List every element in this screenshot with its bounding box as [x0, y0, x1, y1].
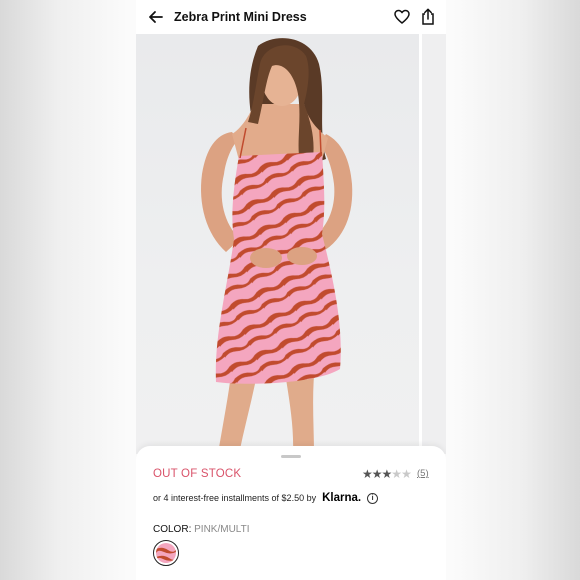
review-count-link[interactable]: (5) [417, 468, 429, 479]
page-title: Zebra Print Mini Dress [174, 10, 307, 24]
product-info-sheet: OUT OF STOCK ★★★★★ (5) or 4 interest-fre… [136, 446, 446, 580]
back-arrow-icon[interactable] [148, 9, 164, 25]
info-icon[interactable]: i [367, 492, 379, 504]
color-swatch-pink-multi[interactable] [153, 540, 179, 566]
installments-text: or 4 interest-free installments of $2.50… [153, 493, 317, 503]
star-icon: ★ [391, 467, 402, 481]
klarna-installments: or 4 interest-free installments of $2.50… [153, 492, 379, 504]
star-icon: ★ [401, 467, 412, 481]
top-bar: Zebra Print Mini Dress [136, 0, 446, 34]
model-illustration [201, 38, 353, 454]
star-icon: ★ [381, 467, 393, 481]
product-image[interactable] [136, 34, 419, 454]
klarna-logo: Klarna. [322, 492, 362, 504]
swatch-pattern [156, 543, 176, 563]
color-label: COLOR [153, 524, 189, 535]
star-icon: ★ [362, 467, 373, 481]
star-icon: ★ [371, 467, 383, 481]
product-screen: Zebra Print Mini Dress OUT OF STOCK ★★★★… [136, 0, 446, 580]
share-icon[interactable] [420, 8, 436, 26]
color-value: PINK/MULTI [194, 524, 250, 535]
rating-stars[interactable]: ★★★★★ [362, 467, 412, 481]
next-image-preview[interactable] [422, 34, 446, 454]
heart-icon[interactable] [394, 9, 410, 25]
sheet-drag-handle[interactable] [281, 455, 301, 458]
color-selector-label: COLOR: PINK/MULTI [153, 524, 250, 535]
stock-status: OUT OF STOCK [153, 468, 242, 480]
